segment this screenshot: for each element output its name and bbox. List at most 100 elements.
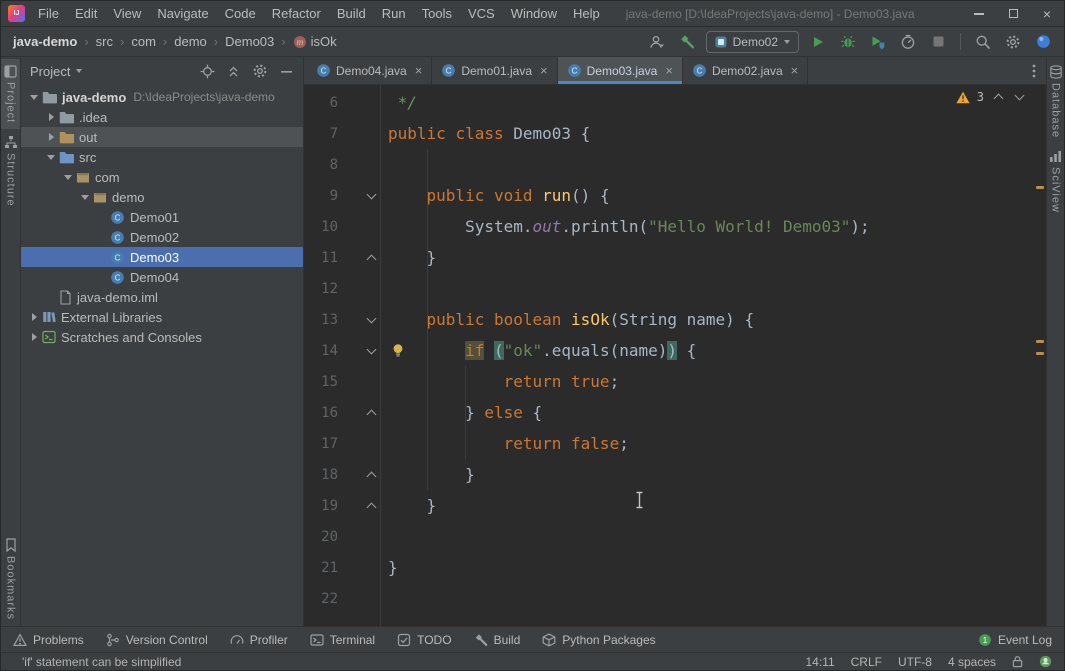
tree-item-scratches-and-consoles[interactable]: Scratches and Consoles	[21, 327, 303, 347]
chevron-closed-icon[interactable]	[44, 113, 58, 121]
settings-button[interactable]	[1002, 31, 1024, 53]
tool-window-button-structure[interactable]: Structure	[1, 129, 20, 213]
breadcrumb-item-demo03[interactable]: Demo03	[225, 34, 274, 49]
tab-close-icon[interactable]: ×	[540, 63, 548, 78]
toolwindow-todo[interactable]: TODO	[397, 633, 452, 647]
code-text[interactable]: } else {	[380, 403, 542, 422]
tab-demo02-java[interactable]: C Demo02.java ×	[683, 57, 809, 84]
tab-close-icon[interactable]: ×	[791, 63, 799, 78]
breadcrumb-item-java-demo[interactable]: java-demo	[13, 34, 77, 49]
inspection-widget[interactable]: 3	[956, 90, 1026, 104]
warning-stripe-mark[interactable]	[1036, 340, 1044, 343]
editor[interactable]: 6 */ 7 public class Demo03 {8 9 public void…	[304, 85, 1046, 626]
tool-window-button-database[interactable]: Database	[1047, 59, 1064, 144]
code-text[interactable]: */	[380, 93, 417, 112]
chevron-open-icon[interactable]	[44, 154, 58, 160]
coverage-button[interactable]	[867, 31, 889, 53]
line-separator[interactable]: CRLF	[851, 655, 882, 669]
toolwindow-build[interactable]: Build	[474, 633, 520, 647]
hide-button[interactable]	[279, 64, 294, 79]
tab-close-icon[interactable]: ×	[415, 63, 423, 78]
tool-window-button-bookmarks[interactable]: Bookmarks	[1, 532, 20, 626]
menu-view[interactable]: View	[105, 1, 149, 26]
menu-navigate[interactable]: Navigate	[149, 1, 216, 26]
prev-highlight-button[interactable]	[991, 90, 1005, 104]
breadcrumb-item-isok[interactable]: m isOk	[293, 34, 337, 49]
tree-item-demo02[interactable]: C Demo02	[21, 227, 303, 247]
readonly-lock-button[interactable]	[1012, 655, 1023, 668]
breadcrumb-item-demo[interactable]: demo	[174, 34, 207, 49]
toolwindow-problems[interactable]: Problems	[13, 633, 84, 647]
tree-item-com[interactable]: com	[21, 167, 303, 187]
run-button[interactable]	[807, 31, 829, 53]
code-text[interactable]: }	[380, 558, 398, 577]
next-highlight-button[interactable]	[1012, 90, 1026, 104]
breadcrumb-item-com[interactable]: com	[131, 34, 156, 49]
tree-item-out[interactable]: out	[21, 127, 303, 147]
debug-button[interactable]	[837, 31, 859, 53]
tab-demo01-java[interactable]: C Demo01.java ×	[432, 57, 558, 84]
settings-button[interactable]	[252, 63, 268, 79]
tab-demo04-java[interactable]: C Demo04.java ×	[307, 57, 433, 84]
indent-style[interactable]: 4 spaces	[948, 655, 996, 669]
tree-item-external-libraries[interactable]: External Libraries	[21, 307, 303, 327]
chevron-closed-icon[interactable]	[27, 313, 41, 321]
menu-vcs[interactable]: VCS	[460, 1, 503, 26]
tree-item-java-demo-iml[interactable]: java-demo.iml	[21, 287, 303, 307]
intention-bulb-icon[interactable]	[392, 343, 404, 362]
status-message[interactable]: 'if' statement can be simplified	[22, 655, 181, 669]
chevron-closed-icon[interactable]	[27, 333, 41, 341]
menu-tools[interactable]: Tools	[414, 1, 460, 26]
run-config-selector[interactable]: Demo02	[705, 30, 799, 53]
tab-close-icon[interactable]: ×	[665, 63, 673, 78]
search-button[interactable]	[972, 31, 994, 53]
chevron-open-icon[interactable]	[27, 94, 41, 100]
tab-demo03-java[interactable]: C Demo03.java ×	[557, 57, 683, 84]
fold-marker[interactable]	[338, 253, 380, 264]
tree-item-src[interactable]: src	[21, 147, 303, 167]
toolwindow-python-packages[interactable]: Python Packages	[542, 633, 656, 647]
code-text[interactable]: public class Demo03 {	[380, 124, 590, 143]
chevron-open-icon[interactable]	[78, 194, 92, 200]
menu-edit[interactable]: Edit	[67, 1, 105, 26]
fold-marker[interactable]	[338, 344, 380, 354]
user-button[interactable]	[646, 31, 668, 53]
chevron-closed-icon[interactable]	[44, 133, 58, 141]
fold-marker[interactable]	[338, 501, 380, 512]
code-text[interactable]: System.out.println("Hello World! Demo03"…	[380, 217, 870, 236]
tabs-more-button[interactable]	[1022, 57, 1046, 84]
close-button[interactable]: ×	[1030, 1, 1064, 26]
chevron-open-icon[interactable]	[61, 174, 75, 180]
tree-item-demo[interactable]: demo	[21, 187, 303, 207]
code-text[interactable]: return true;	[380, 372, 620, 391]
fold-marker[interactable]	[338, 408, 380, 419]
fold-marker[interactable]	[338, 313, 380, 323]
tool-window-button-project[interactable]: Project	[1, 59, 20, 130]
code-with-me-button[interactable]	[1032, 31, 1054, 53]
warning-stripe-mark[interactable]	[1036, 186, 1044, 189]
inspection-profile-button[interactable]	[1039, 655, 1052, 668]
minimize-button[interactable]	[962, 1, 996, 26]
build-hammer-button[interactable]	[676, 31, 698, 53]
toolwindow-event-log[interactable]: 1 Event Log	[978, 633, 1052, 647]
tool-window-button-sciview[interactable]: SciView	[1047, 144, 1064, 219]
code-text[interactable]: public void run() {	[380, 186, 610, 205]
tree-item-demo04[interactable]: C Demo04	[21, 267, 303, 287]
toolwindow-version-control[interactable]: Version Control	[106, 633, 208, 647]
tree-item-java-demo[interactable]: java-demo D:\IdeaProjects\java-demo	[21, 87, 303, 107]
tree-item-demo01[interactable]: C Demo01	[21, 207, 303, 227]
tree-item-demo03[interactable]: C Demo03	[21, 247, 303, 267]
menu-run[interactable]: Run	[374, 1, 414, 26]
locate-button[interactable]	[200, 64, 215, 79]
fold-marker[interactable]	[338, 470, 380, 481]
fold-marker[interactable]	[338, 189, 380, 199]
stop-button[interactable]	[927, 31, 949, 53]
code-text[interactable]: }	[380, 496, 437, 515]
toolwindow-profiler[interactable]: Profiler	[230, 633, 288, 647]
tree-item-idea[interactable]: .idea	[21, 107, 303, 127]
warning-stripe-mark[interactable]	[1036, 352, 1044, 355]
code-text[interactable]: public boolean isOk(String name) {	[380, 310, 755, 329]
encoding[interactable]: UTF-8	[898, 655, 932, 669]
project-view-selector[interactable]: Project	[30, 64, 83, 79]
toolwindow-terminal[interactable]: Terminal	[310, 633, 375, 647]
